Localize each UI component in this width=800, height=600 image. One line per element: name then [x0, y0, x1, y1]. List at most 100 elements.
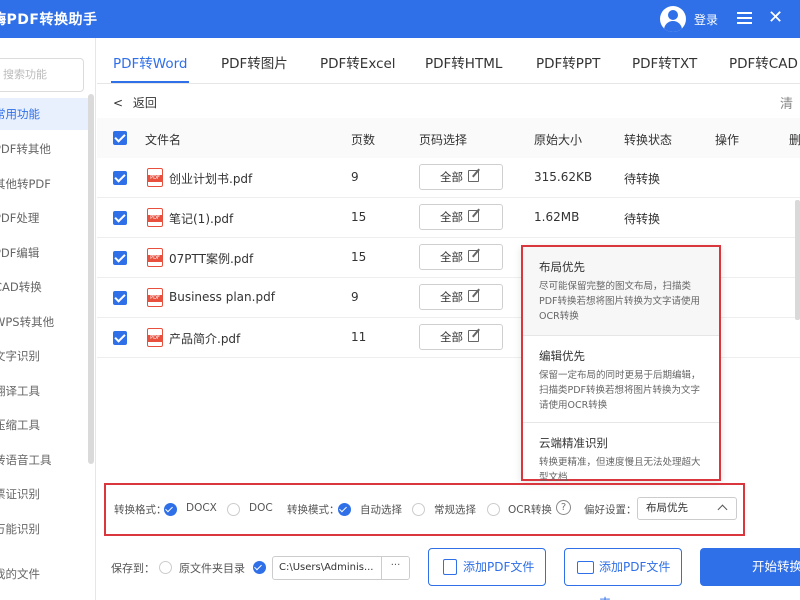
pdf-file-icon — [147, 328, 163, 347]
convert-status: 待转换 — [624, 212, 661, 226]
header-size: 原始大小 — [534, 133, 583, 147]
table-scrollbar[interactable] — [795, 200, 800, 320]
start-convert-button[interactable]: 开始转换 — [700, 548, 800, 586]
close-icon[interactable]: ✕ — [768, 8, 783, 28]
browse-button[interactable]: ··· — [381, 557, 409, 579]
header-page-select: 页码选择 — [419, 133, 468, 147]
sidebar-item-speech[interactable]: 转语音工具 — [0, 444, 88, 476]
page-select-button[interactable]: 全部 — [419, 284, 503, 310]
option-desc: 尽可能保留完整的图文布局，扫描类PDF转换若想将图片转换为文字请使用OCR转换 — [539, 281, 701, 322]
active-tab-indicator — [111, 81, 189, 83]
edit-icon — [468, 330, 479, 342]
trash-icon[interactable]: 清 — [780, 93, 793, 112]
row-checkbox[interactable] — [113, 331, 127, 345]
page-select-button[interactable]: 全部 — [419, 244, 503, 270]
title-bar: 嗨PDF转换助手 登录 ✕ — [0, 0, 800, 38]
tab-pdf-to-cad[interactable]: PDF转CAD — [729, 52, 798, 72]
sidebar-item-ticket[interactable]: 票证识别 — [0, 478, 88, 510]
row-checkbox[interactable] — [113, 211, 127, 225]
tab-pdf-to-word[interactable]: PDF转Word — [113, 52, 188, 72]
file-size: 1.62MB — [534, 210, 580, 224]
page-count: 15 — [351, 250, 367, 264]
table-row: 创业计划书.pdf 9 全部 315.62KB 待转换 — [97, 158, 800, 198]
sidebar-item-my-files[interactable]: 我的文件 — [0, 558, 88, 590]
mode-normal-label: 常规选择 — [434, 504, 476, 516]
output-path-field[interactable]: C:\Users\Adminis... ··· — [272, 556, 410, 580]
page-count: 11 — [351, 330, 367, 344]
tab-pdf-to-txt[interactable]: PDF转TXT — [632, 52, 697, 72]
help-icon[interactable]: ? — [556, 500, 571, 515]
folder-icon — [577, 561, 594, 574]
tab-bar: PDF转Word PDF转图片 PDF转Excel PDF转HTML PDF转P… — [97, 38, 800, 84]
add-pdf-file-button[interactable]: 添加PDF文件 — [428, 548, 546, 586]
sidebar-item-compress[interactable]: 压缩工具 — [0, 409, 88, 441]
sidebar-item-pdf-edit[interactable]: PDF编辑 — [0, 237, 88, 269]
bottom-bar: 保存到： 原文件夹目录 C:\Users\Adminis... ··· 添加PD… — [97, 540, 800, 600]
sidebar-item-common[interactable]: 常用功能 — [0, 98, 88, 130]
radio-normal[interactable] — [412, 503, 425, 516]
page-select-button[interactable]: 全部 — [419, 204, 503, 230]
header-delete: 删 — [789, 133, 800, 147]
option-desc: 保留一定布局的同时更易于后期编辑，扫描类PDF转换若想将图片转换为文字请使用OC… — [539, 370, 701, 411]
preference-label: 偏好设置： — [584, 504, 637, 516]
search-input[interactable]: 搜索功能 — [0, 58, 84, 92]
header-filename: 文件名 — [145, 133, 182, 147]
file-name: 笔记(1).pdf — [169, 212, 234, 226]
edit-icon — [468, 250, 479, 262]
tab-pdf-to-html[interactable]: PDF转HTML — [425, 52, 502, 72]
add-pdf-folder-button[interactable]: 添加PDF文件夹 — [564, 548, 682, 600]
mode-label: 转换模式： — [287, 504, 340, 516]
option-edit-first[interactable]: 编辑优先 保留一定布局的同时更易于后期编辑，扫描类PDF转换若想将图片转换为文字… — [523, 336, 719, 422]
radio-doc[interactable] — [227, 503, 240, 516]
chevron-left-icon: < — [113, 96, 124, 110]
radio-custom-path[interactable] — [253, 561, 266, 574]
option-cloud-ocr[interactable]: 云端精准识别 转换更精准，但速度慢且无法处理超大型文档 — [523, 423, 719, 483]
menu-icon[interactable] — [737, 12, 752, 24]
edit-icon — [468, 290, 479, 302]
option-desc: 转换更精准，但速度慢且无法处理超大型文档 — [539, 457, 701, 483]
tab-pdf-to-ppt[interactable]: PDF转PPT — [536, 52, 600, 72]
login-button[interactable]: 登录 — [660, 6, 718, 32]
preference-dropdown: 布局优先 尽可能保留完整的图文布局，扫描类PDF转换若想将图片转换为文字请使用O… — [521, 245, 721, 483]
sidebar-item-ocr[interactable]: 文字识别 — [0, 340, 88, 372]
output-path: C:\Users\Adminis... — [279, 562, 374, 573]
row-checkbox[interactable] — [113, 251, 127, 265]
login-label: 登录 — [694, 12, 719, 27]
mode-auto-label: 自动选择 — [360, 504, 402, 516]
back-label: 返回 — [132, 96, 157, 110]
radio-ocr[interactable] — [487, 503, 500, 516]
page-count: 9 — [351, 170, 359, 184]
option-layout-first[interactable]: 布局优先 尽可能保留完整的图文布局，扫描类PDF转换若想将图片转换为文字请使用O… — [523, 247, 719, 335]
radio-source-dir[interactable] — [159, 561, 172, 574]
save-to-label: 保存到： — [111, 562, 155, 575]
pdf-file-icon — [147, 168, 163, 187]
option-title: 编辑优先 — [539, 349, 585, 363]
page-select-button[interactable]: 全部 — [419, 324, 503, 350]
sidebar-item-translate[interactable]: 翻译工具 — [0, 375, 88, 407]
file-name: Business plan.pdf — [169, 290, 275, 304]
sidebar-item-pdf-to-other[interactable]: PDF转其他 — [0, 133, 88, 165]
row-checkbox[interactable] — [113, 171, 127, 185]
convert-status: 待转换 — [624, 172, 661, 186]
file-size: 315.62KB — [534, 170, 593, 184]
page-select-button[interactable]: 全部 — [419, 164, 503, 190]
edit-icon — [468, 170, 479, 182]
sidebar-item-cad[interactable]: CAD转换 — [0, 271, 88, 303]
app-title: 嗨PDF转换助手 — [0, 12, 98, 28]
tab-pdf-to-excel[interactable]: PDF转Excel — [320, 52, 396, 72]
radio-auto[interactable] — [338, 503, 351, 516]
sidebar-item-wps[interactable]: WPS转其他 — [0, 306, 88, 338]
sidebar-item-pdf-process[interactable]: PDF处理 — [0, 202, 88, 234]
header-status: 转换状态 — [624, 133, 673, 147]
select-all-checkbox[interactable] — [113, 131, 127, 145]
sidebar-item-universal[interactable]: 万能识别 — [0, 513, 88, 545]
radio-docx[interactable] — [164, 503, 177, 516]
header-action: 操作 — [715, 133, 740, 147]
tab-pdf-to-image[interactable]: PDF转图片 — [221, 52, 288, 72]
preference-select[interactable]: 布局优先 — [637, 497, 737, 520]
table-header: 文件名 页数 页码选择 原始大小 转换状态 操作 删 — [97, 118, 800, 158]
sidebar-item-other-to-pdf[interactable]: 其他转PDF — [0, 168, 88, 200]
sidebar-scrollbar[interactable] — [88, 94, 94, 464]
back-button[interactable]: < 返回 — [113, 94, 157, 111]
row-checkbox[interactable] — [113, 291, 127, 305]
